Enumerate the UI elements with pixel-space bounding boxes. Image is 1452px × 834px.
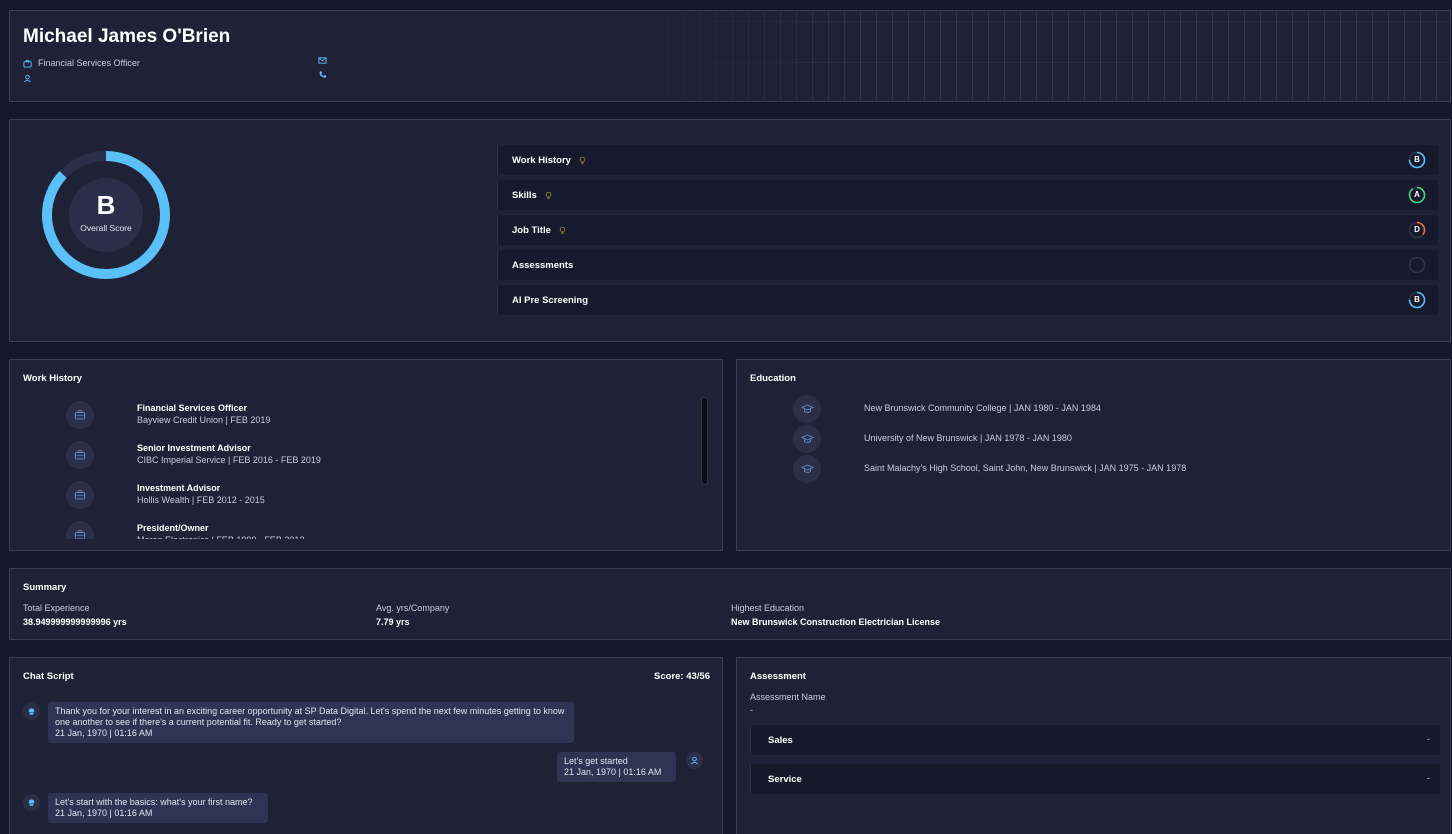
assessment-section-service[interactable]: Service -: [750, 764, 1440, 794]
criterion-label: AI Pre Screening: [512, 294, 589, 306]
briefcase-icon: [66, 521, 94, 539]
chat-script-title: Chat Script: [23, 671, 74, 682]
criterion-grade: B: [1414, 155, 1420, 164]
chat-message-time: 21 Jan, 1970 | 01:16 AM: [55, 808, 153, 818]
criterion-grade: D: [1414, 225, 1420, 234]
criterion-ai-pre-screening[interactable]: AI Pre Screening B: [497, 285, 1438, 315]
lightbulb-icon[interactable]: [558, 226, 567, 235]
user-avatar: [686, 752, 703, 769]
criterion-grade-badge: B: [1408, 291, 1426, 309]
candidate-name: Michael James O'Brien: [23, 26, 231, 47]
chat-message-bot: Let's start with the basics: what's your…: [48, 793, 268, 823]
bot-icon: [28, 708, 35, 715]
briefcase-icon: [23, 59, 32, 68]
criterion-label: Work History: [512, 154, 571, 166]
avg-years-value: 7.79 yrs: [376, 617, 410, 627]
graduation-cap-icon: [793, 395, 821, 423]
chat-message-bot: Thank you for your interest in an exciti…: [48, 702, 574, 743]
job-company-dates: CIBC Imperial Service | FEB 2016 - FEB 2…: [137, 455, 321, 465]
job-company-dates: Bayview Credit Union | FEB 2019: [137, 415, 271, 425]
criterion-grade-badge: A: [1408, 186, 1426, 204]
assessment-panel: Assessment Assessment Name - Sales - Ser…: [736, 657, 1451, 834]
chat-message-time: 21 Jan, 1970 | 01:16 AM: [55, 728, 153, 738]
chat-message-text: Thank you for your interest in an exciti…: [55, 706, 565, 727]
criterion-grade: [1408, 256, 1426, 274]
email-line[interactable]: [318, 56, 333, 65]
work-history-list[interactable]: Financial Services Officer Bayview Credit…: [10, 396, 690, 539]
criterion-label: Assessments: [512, 259, 574, 271]
chat-score: Score: 43/56: [654, 671, 710, 682]
assessment-name-label: Assessment Name: [750, 692, 826, 702]
work-history-title: Work History: [23, 373, 82, 384]
assessment-section-sales[interactable]: Sales -: [750, 725, 1440, 755]
job-title: President/Owner: [137, 523, 209, 533]
work-history-panel: Work History Financial Services Officer B…: [9, 359, 723, 551]
total-experience-value: 38.949999999999996 yrs: [23, 617, 127, 627]
chat-message-text: Let's start with the basics: what's your…: [55, 797, 253, 807]
criterion-job-title[interactable]: Job Title D: [497, 215, 1438, 245]
chat-message-text: Let's get started: [564, 756, 628, 766]
overall-grade: B: [96, 190, 116, 220]
criterion-skills[interactable]: Skills A: [497, 180, 1438, 210]
user-icon: [23, 74, 32, 83]
chat-message-time: 21 Jan, 1970 | 01:16 AM: [564, 767, 662, 777]
graduation-cap-icon: [793, 425, 821, 453]
bot-avatar: [23, 703, 40, 720]
criterion-grade-badge: [1408, 256, 1426, 274]
criterion-grade-badge: D: [1408, 221, 1426, 239]
bot-icon: [28, 799, 35, 806]
phone-line[interactable]: [318, 70, 333, 79]
criterion-grade-badge: B: [1408, 151, 1426, 169]
work-history-scrollbar[interactable]: [701, 397, 708, 485]
criterion-label: Skills: [512, 189, 537, 201]
chat-script-panel: Chat Script Score: 43/56 Thank you for y…: [9, 657, 723, 834]
job-company-dates: Moran Electronics | FEB 1990 - FEB 2012: [137, 535, 304, 539]
highest-education-value: New Brunswick Construction Electrician L…: [731, 617, 941, 627]
overall-score-label: Overall Score: [80, 223, 132, 233]
location-line: [23, 74, 38, 83]
job-title-line: Financial Services Officer: [23, 58, 140, 68]
overall-score-center: B Overall Score: [39, 148, 173, 282]
job-company-dates: Hollis Wealth | FEB 2012 - 2015: [137, 495, 265, 505]
user-icon: [691, 756, 698, 765]
candidate-header: Michael James O'Brien Financial Services…: [9, 10, 1451, 102]
bot-avatar: [23, 794, 40, 811]
criterion-grade: B: [1414, 295, 1420, 304]
assessment-section-value: -: [1426, 773, 1430, 784]
job-title: Financial Services Officer: [137, 403, 248, 413]
lightbulb-icon[interactable]: [544, 191, 553, 200]
education-panel: Education New Brunswick Community Colleg…: [736, 359, 1451, 551]
total-experience-label: Total Experience: [23, 603, 90, 613]
briefcase-icon: [66, 401, 94, 429]
criterion-grade: A: [1414, 190, 1420, 199]
criterion-assessments[interactable]: Assessments: [497, 250, 1438, 280]
assessment-title: Assessment: [750, 671, 806, 682]
mail-icon[interactable]: [318, 56, 327, 65]
avg-years-label: Avg. yrs/Company: [376, 603, 450, 613]
job-title: Investment Advisor: [137, 483, 221, 493]
lightbulb-icon[interactable]: [578, 156, 587, 165]
summary-panel: Summary Total Experience 38.949999999999…: [9, 568, 1451, 640]
summary-title: Summary: [23, 582, 67, 593]
briefcase-icon: [66, 481, 94, 509]
job-title-text: Financial Services Officer: [38, 58, 140, 68]
phone-icon[interactable]: [318, 70, 327, 79]
education-text: University of New Brunswick | JAN 1978 -…: [864, 433, 1072, 443]
graduation-cap-icon: [793, 455, 821, 483]
assessment-section-value: -: [1426, 734, 1430, 745]
criterion-work-history[interactable]: Work History B: [497, 145, 1438, 175]
criterion-label: Job Title: [512, 224, 551, 236]
education-text: Saint Malachy's High School, Saint John,…: [864, 463, 1187, 473]
assessment-section-label: Sales: [768, 735, 793, 746]
job-title: Senior Investment Advisor: [137, 443, 251, 453]
briefcase-icon: [66, 441, 94, 469]
assessment-name-value: -: [750, 705, 753, 715]
education-title: Education: [750, 373, 796, 384]
chat-message-user: Let's get started 21 Jan, 1970 | 01:16 A…: [557, 752, 676, 782]
header-pattern: [620, 11, 1450, 101]
score-panel: B Overall Score Work History B Skills A Job …: [9, 119, 1451, 342]
highest-education-label: Highest Education: [731, 603, 805, 613]
assessment-section-label: Service: [768, 774, 802, 785]
education-text: New Brunswick Community College | JAN 19…: [864, 403, 1101, 413]
